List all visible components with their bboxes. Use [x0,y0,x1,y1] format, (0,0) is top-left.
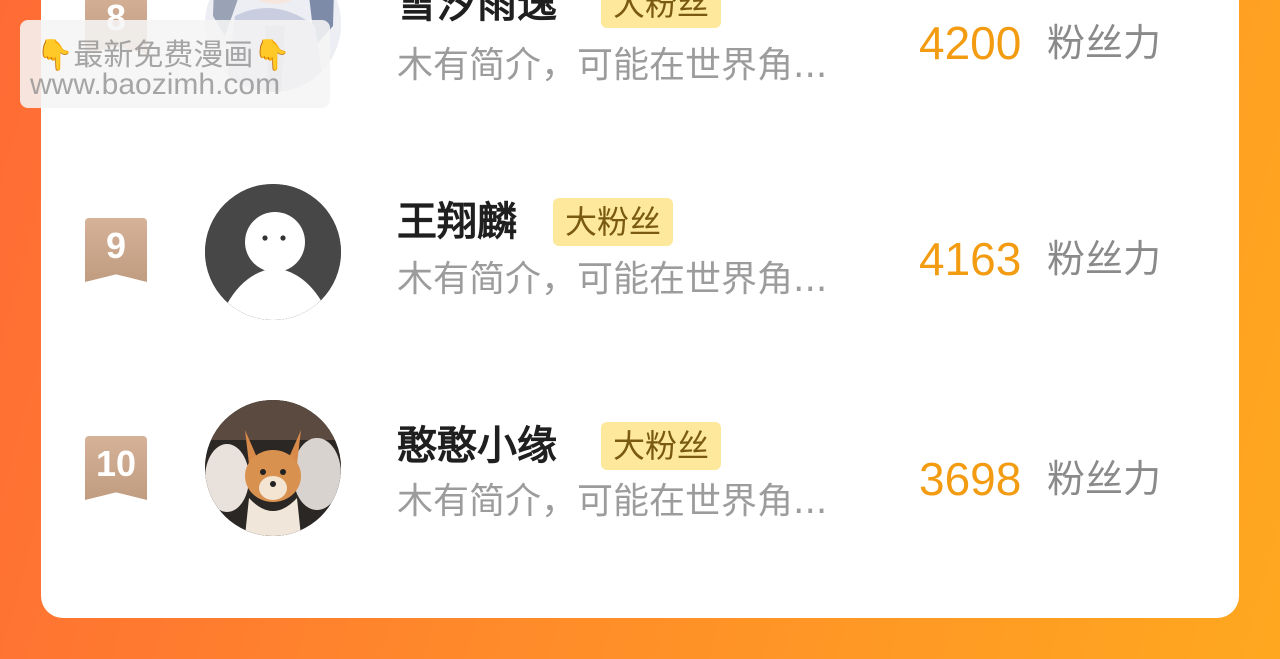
user-name[interactable]: 王翔麟 [397,198,517,246]
dogs-photo-avatar [205,400,341,536]
rank-badge: 10 [85,436,147,500]
fan-power-score: 3698 [919,453,1022,505]
user-bio: 木有简介，可能在世界角... [397,481,828,522]
fan-power-score: 4163 [919,233,1022,285]
default-user-avatar [205,184,341,320]
site-watermark: 👇最新免费漫画👇 www.baozimh.com [20,20,330,108]
user-name[interactable]: 憨憨小缘 [397,422,557,470]
fan-power-unit: 粉丝力 [1047,237,1162,281]
ranking-row[interactable]: 9 王翔麟 大粉丝 木有简介，可能在世界角... 4163 粉丝力 [41,180,1239,320]
user-name[interactable]: 雪汐雨逸 [397,0,557,28]
avatar[interactable] [205,400,341,536]
watermark-url: www.baozimh.com [30,68,281,101]
user-bio: 木有简介，可能在世界角... [397,259,828,300]
fan-power-unit: 粉丝力 [1047,457,1162,501]
fan-level-badge: 大粉丝 [601,0,722,28]
user-bio: 木有简介，可能在世界角... [397,45,828,86]
rank-badge: 9 [85,218,147,282]
fan-power-score: 4200 [919,17,1022,69]
fan-power-unit: 粉丝力 [1047,21,1162,65]
fan-level-badge: 大粉丝 [553,198,674,246]
fan-level-badge: 大粉丝 [601,422,722,470]
avatar[interactable] [205,184,341,320]
ranking-row[interactable]: 10 憨憨小缘 大粉丝 木有简介，可能在世界角... 3698 粉丝力 [41,398,1239,538]
